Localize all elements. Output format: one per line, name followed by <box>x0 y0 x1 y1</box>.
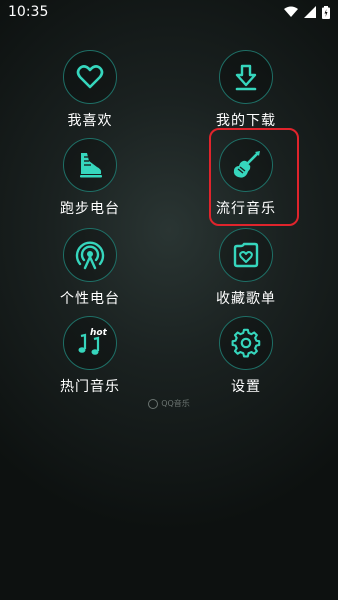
radio-signal-icon <box>75 241 105 270</box>
hot-badge: hot <box>90 328 107 338</box>
qq-music-logo-icon <box>148 398 159 409</box>
brand-footer: QQ音乐 <box>0 398 338 409</box>
saved-playlists-label: 收藏歌单 <box>216 291 276 307</box>
running-radio-label: 跑步电台 <box>60 201 120 217</box>
menu-item-downloads[interactable]: 我的下载 <box>191 50 301 130</box>
heart-folder-icon <box>233 242 259 268</box>
popular-music-label: 流行音乐 <box>216 201 276 217</box>
running-radio-circle <box>63 138 117 192</box>
hot-music-label: 热门音乐 <box>60 379 120 395</box>
signal-icon <box>304 6 316 18</box>
saved-playlists-circle <box>219 228 273 282</box>
menu-item-popular-music[interactable]: 流行音乐 <box>191 138 301 218</box>
menu-item-running-radio[interactable]: 跑步电台 <box>35 138 145 218</box>
menu-item-personal-radio[interactable]: 个性电台 <box>35 228 145 308</box>
electric-guitar-icon <box>233 151 260 178</box>
status-time: 10:35 <box>8 4 49 20</box>
wifi-icon <box>284 6 298 17</box>
personal-radio-circle <box>63 228 117 282</box>
brand-label: QQ音乐 <box>161 399 190 408</box>
heart-icon <box>76 65 104 89</box>
hot-music-circle: hot <box>63 316 117 370</box>
downloads-label: 我的下载 <box>216 113 276 129</box>
menu-item-saved-playlists[interactable]: 收藏歌单 <box>191 228 301 308</box>
status-icons <box>284 5 330 19</box>
download-icon <box>235 64 257 91</box>
gear-icon <box>231 328 261 358</box>
popular-music-circle <box>219 138 273 192</box>
hot-music-note-icon: hot <box>78 328 107 355</box>
favorites-label: 我喜欢 <box>67 113 113 129</box>
settings-label: 设置 <box>231 379 261 395</box>
personal-radio-label: 个性电台 <box>60 291 120 307</box>
menu-item-settings[interactable]: 设置 <box>191 316 301 396</box>
battery-icon <box>322 5 330 19</box>
menu-item-favorites[interactable]: 我喜欢 <box>35 50 145 130</box>
menu-item-hot-music[interactable]: hot 热门音乐 <box>35 316 145 396</box>
running-shoe-icon <box>80 153 102 178</box>
downloads-circle <box>219 50 273 104</box>
settings-circle <box>219 316 273 370</box>
status-bar: 10:35 <box>0 0 338 24</box>
favorites-circle <box>63 50 117 104</box>
